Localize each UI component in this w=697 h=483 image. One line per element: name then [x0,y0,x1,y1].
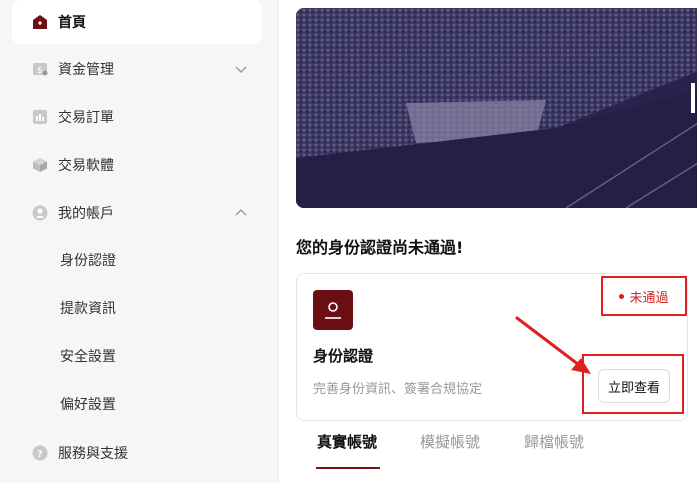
tab-archived-account[interactable]: 歸檔帳號 [524,431,584,453]
identity-verification-card: 身份認證 完善身份資訊、簽署合規協定 未通過 立即查看 [296,273,688,421]
svg-text:$: $ [37,66,43,76]
sidebar-item-support[interactable]: ? 服務與支援 [12,431,262,475]
sidebar: 首頁 $ 資金管理 交易訂單 交易軟體 我的帳戶 身份認證 提款資訊 安全設置 … [0,0,279,483]
status-badge: 未通過 [601,276,687,316]
sidebar-subitem-preferences[interactable]: 偏好設置 [60,395,116,415]
sidebar-item-label: 交易訂單 [58,110,114,126]
arrow-annotation-icon [515,316,591,374]
wallet-icon: $ [32,61,48,77]
tab-real-account[interactable]: 真實帳號 [317,431,377,453]
sidebar-subitem-withdrawal[interactable]: 提款資訊 [60,299,116,319]
tab-demo-account[interactable]: 模擬帳號 [420,431,480,453]
main-content: 您的身份認證尚未通過! 身份認證 完善身份資訊、簽署合規協定 未通過 立即查看 … [279,0,697,483]
home-icon [32,14,48,30]
user-icon [32,205,48,221]
sidebar-item-software[interactable]: 交易軟體 [12,143,262,187]
sidebar-item-label: 服務與支援 [58,446,128,462]
sidebar-subitem-identity[interactable]: 身份認證 [60,251,116,271]
help-icon: ? [32,445,48,461]
sidebar-subitem-security[interactable]: 安全設置 [60,347,116,367]
svg-text:?: ? [37,449,43,460]
app-root: 首頁 $ 資金管理 交易訂單 交易軟體 我的帳戶 身份認證 提款資訊 安全設置 … [0,0,697,483]
stadium-crowd-image [296,8,697,208]
status-text: 未通過 [629,290,669,306]
sidebar-item-label: 交易軟體 [58,158,114,174]
section-title: 您的身份認證尚未通過! [296,238,464,257]
card-title: 身份認證 [313,347,374,365]
sidebar-item-label: 我的帳戶 [58,206,114,222]
chevron-up-icon[interactable] [234,206,248,220]
promo-banner[interactable] [296,8,697,208]
sidebar-item-label: 資金管理 [58,62,114,78]
sidebar-item-home[interactable]: 首頁 [12,0,262,44]
active-tab-indicator [316,467,380,469]
sidebar-item-funds[interactable]: $ 資金管理 [12,47,262,91]
view-now-button[interactable]: 立即查看 [598,369,670,403]
chevron-down-icon[interactable] [234,62,248,76]
box-icon [32,157,48,173]
status-dot-icon [619,293,625,299]
sidebar-item-account[interactable]: 我的帳戶 [12,191,262,235]
sidebar-item-orders[interactable]: 交易訂單 [12,95,262,139]
orders-chart-icon [32,109,48,125]
id-card-icon [313,290,353,330]
card-description: 完善身份資訊、簽署合規協定 [313,382,483,397]
sidebar-item-label: 首頁 [58,15,86,31]
